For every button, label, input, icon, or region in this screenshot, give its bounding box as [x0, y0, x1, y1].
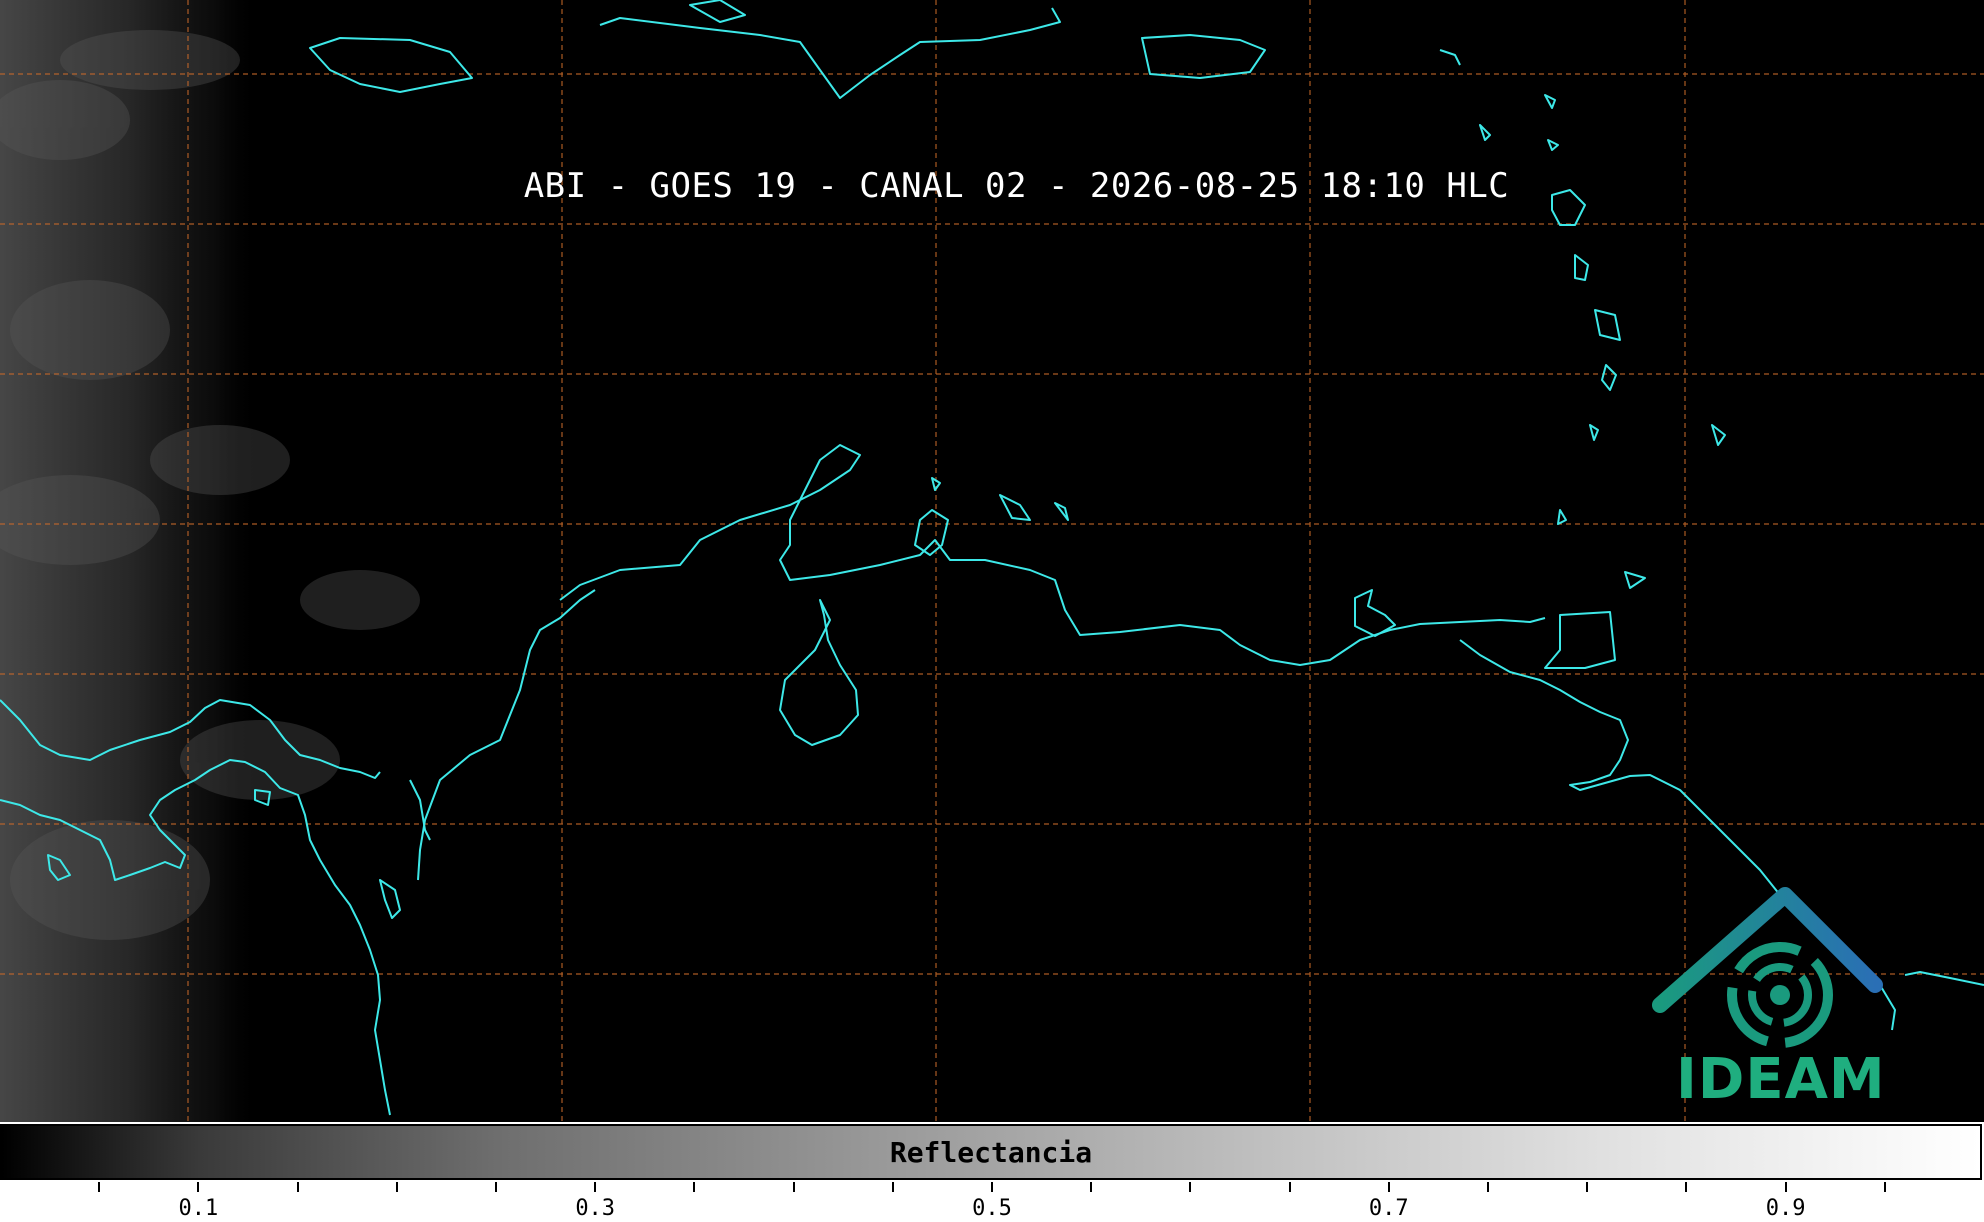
ideam-logo-text: IDEAM	[1676, 1047, 1886, 1112]
colorbar: Reflectancia	[0, 1124, 1982, 1180]
colorbar-label: Reflectancia	[889, 1136, 1093, 1169]
colorbar-tick-mark	[1189, 1182, 1192, 1192]
colorbar-tick-mark	[98, 1182, 101, 1192]
colorbar-tick-mark	[296, 1182, 299, 1192]
colorbar-tick-mark	[1685, 1182, 1688, 1192]
colorbar-tick-mark	[1586, 1182, 1589, 1192]
colorbar-tick-label: 0.5	[972, 1196, 1012, 1221]
colorbar-tick-mark	[1090, 1182, 1093, 1192]
colorbar-tick-mark	[991, 1182, 993, 1192]
colorbar-ticks: 0.1 0.3 0.5 0.7 0.9	[0, 1182, 1984, 1222]
colorbar-tick-mark	[1784, 1182, 1787, 1192]
colorbar-tick-mark	[792, 1182, 795, 1192]
colorbar-tick-label: 0.9	[1765, 1196, 1806, 1221]
colorbar-tick-label: 0.7	[1368, 1196, 1409, 1221]
colorbar-tick-mark	[1487, 1182, 1489, 1192]
satellite-map: ABI - GOES 19 - CANAL 02 - 2026-08-25 18…	[0, 0, 1984, 1122]
colorbar-tick-mark	[197, 1182, 200, 1192]
colorbar-tick-mark	[495, 1182, 497, 1192]
colorbar-tick-label: 0.3	[575, 1196, 616, 1221]
colorbar-tick-mark	[395, 1182, 398, 1192]
ideam-logo-icon	[1652, 887, 1883, 1048]
colorbar-tick-mark	[594, 1182, 597, 1192]
colorbar-tick-mark	[1883, 1182, 1886, 1192]
colorbar-tick-mark	[693, 1182, 696, 1192]
image-title: ABI - GOES 19 - CANAL 02 - 2026-08-25 18…	[523, 166, 1510, 206]
colorbar-tick-mark	[891, 1182, 894, 1192]
colorbar-tick-mark	[1387, 1182, 1390, 1192]
colorbar-tick-mark	[1288, 1182, 1291, 1192]
colorbar-tick-label: 0.1	[178, 1196, 219, 1221]
